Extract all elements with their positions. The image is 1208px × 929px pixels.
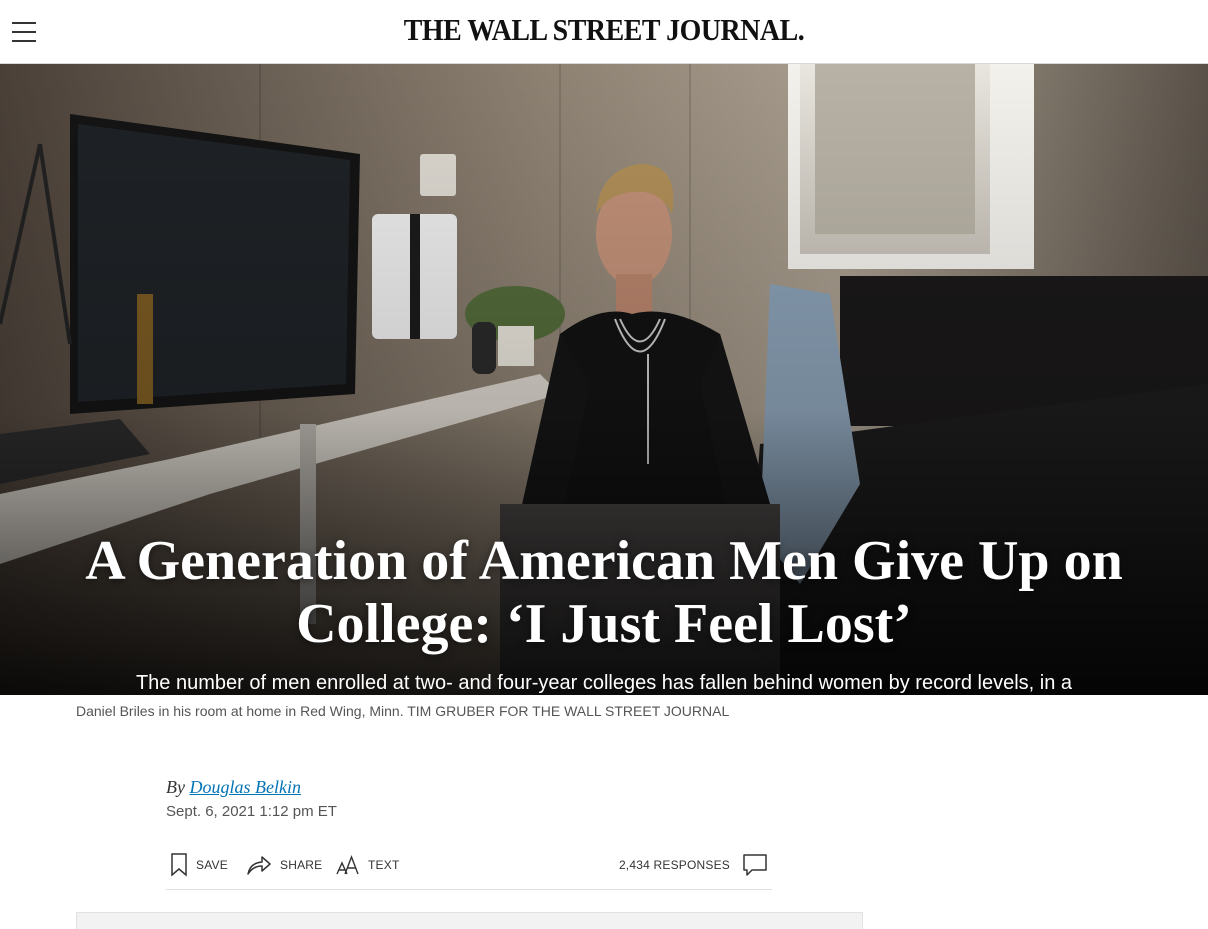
- site-header: THE WALL STREET JOURNAL.: [0, 0, 1208, 64]
- text-size-icon: [336, 855, 359, 875]
- article-dek: The number of men enrolled at two- and f…: [135, 672, 1073, 694]
- wsj-logo[interactable]: THE WALL STREET JOURNAL.: [60, 12, 1147, 48]
- save-label: SAVE: [196, 858, 228, 872]
- save-button[interactable]: SAVE: [170, 852, 228, 878]
- share-arrow-icon: [247, 856, 271, 875]
- hero-text-block: A Generation of American Men Give Up on …: [0, 530, 1208, 695]
- photo-caption: Daniel Briles in his room at home in Red…: [76, 703, 730, 719]
- text-label: TEXT: [368, 858, 400, 872]
- comment-bubble-icon: [743, 854, 767, 876]
- byline: By Douglas Belkin: [166, 777, 301, 798]
- byline-prefix: By: [166, 777, 190, 797]
- share-button[interactable]: SHARE: [246, 852, 322, 878]
- article-headline: A Generation of American Men Give Up on …: [85, 530, 1123, 655]
- share-label: SHARE: [280, 858, 323, 872]
- publish-timestamp: Sept. 6, 2021 1:12 pm ET: [166, 803, 337, 820]
- article-toolbar: SAVE SHARE TEXT 2,434 RESPONSES: [166, 846, 772, 890]
- hero-image: A Generation of American Men Give Up on …: [0, 64, 1208, 695]
- responses-button[interactable]: 2,434 RESPONSES: [619, 852, 768, 878]
- responses-label: 2,434 RESPONSES: [618, 858, 730, 872]
- content-block-top: [76, 912, 863, 929]
- hamburger-menu-icon[interactable]: [12, 22, 36, 42]
- author-link[interactable]: Douglas Belkin: [189, 777, 300, 797]
- bookmark-icon: [171, 853, 187, 877]
- text-size-button[interactable]: TEXT: [336, 852, 399, 878]
